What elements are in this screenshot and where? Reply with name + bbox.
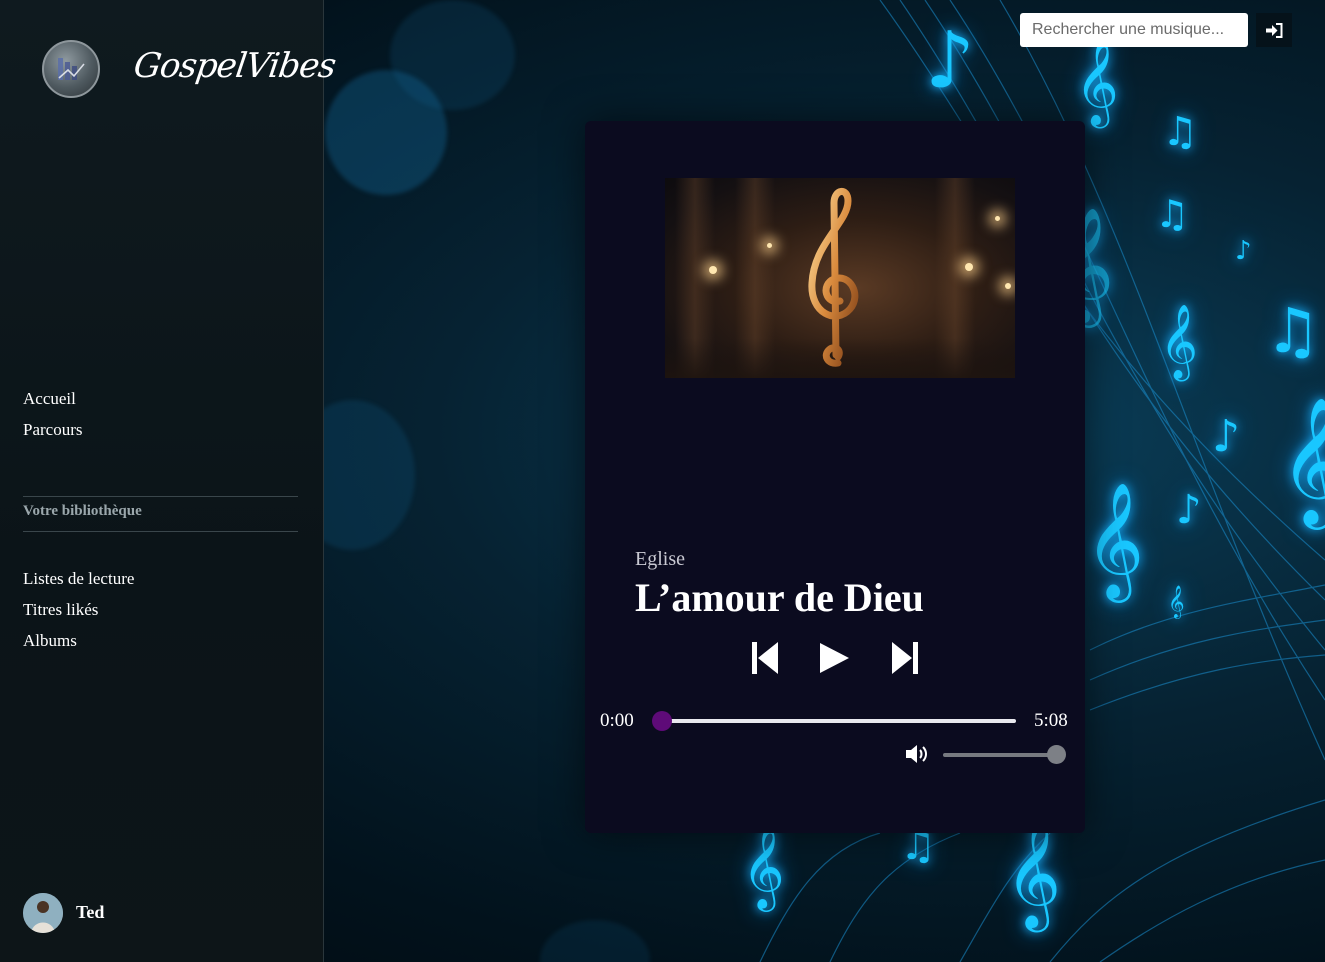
progress-thumb[interactable] (652, 711, 672, 731)
user-avatar[interactable] (23, 893, 63, 933)
play-button[interactable] (814, 638, 854, 678)
user-name[interactable]: Ted (76, 902, 104, 923)
nav-item-liked-tracks[interactable]: Titres likés (23, 600, 98, 620)
volume-slider[interactable] (943, 745, 1066, 764)
progress-slider[interactable] (652, 711, 1016, 731)
current-time: 0:00 (600, 710, 634, 731)
search-input[interactable] (1020, 13, 1248, 47)
treble-clef-icon: 𝄞 (1075, 39, 1119, 125)
app-brand: GospelVibes (131, 46, 338, 86)
nav-item-parcours[interactable]: Parcours (23, 420, 82, 440)
volume-thumb[interactable] (1047, 745, 1066, 764)
album-cover (665, 178, 1015, 378)
divider (23, 496, 298, 497)
track-title: L’amour de Dieu (635, 575, 924, 620)
divider (23, 531, 298, 532)
login-button[interactable] (1256, 13, 1292, 47)
skip-next-icon (892, 642, 918, 674)
logo-icon (58, 58, 85, 80)
treble-clef-icon: 𝄞 (742, 824, 785, 908)
treble-clef-icon: 𝄞 (1168, 585, 1185, 618)
skip-previous-icon (752, 642, 778, 674)
library-title: Votre bibliothèque (23, 503, 142, 519)
music-notes-icon: ♫ (1265, 294, 1321, 367)
music-note-icon: ♪ (1235, 236, 1252, 266)
sign-in-icon (1265, 22, 1282, 38)
previous-button[interactable] (745, 638, 785, 678)
play-icon (820, 643, 849, 673)
nav-item-albums[interactable]: Albums (23, 631, 77, 651)
music-notes-icon: ♫ (1162, 109, 1198, 155)
avatar-image (23, 893, 63, 933)
track-genre: Eglise (635, 548, 685, 570)
music-player: Eglise L’amour de Dieu 0:00 5:08 (585, 121, 1085, 833)
music-notes-icon: ♫ (1155, 192, 1190, 236)
music-note-icon: ♪ (1212, 411, 1241, 462)
track-duration: 5:08 (1034, 710, 1068, 731)
music-note-icon: ♪ (925, 16, 975, 106)
treble-clef-icon: 𝄞 (1085, 481, 1145, 598)
volume-icon[interactable] (905, 743, 931, 765)
treble-clef-icon: 𝄞 (1005, 818, 1062, 928)
nav-item-accueil[interactable]: Accueil (23, 389, 76, 409)
treble-clef-icon: 𝄞 (1160, 305, 1198, 379)
music-note-icon: ♪ (1176, 487, 1202, 533)
sidebar: GospelVibes Accueil Parcours Votre bibli… (0, 0, 338, 962)
treble-clef-image (808, 188, 859, 367)
next-button[interactable] (885, 638, 925, 678)
app-logo[interactable] (42, 40, 100, 98)
treble-clef-icon: 𝄞 (1280, 396, 1325, 524)
nav-item-playlists[interactable]: Listes de lecture (23, 569, 134, 589)
